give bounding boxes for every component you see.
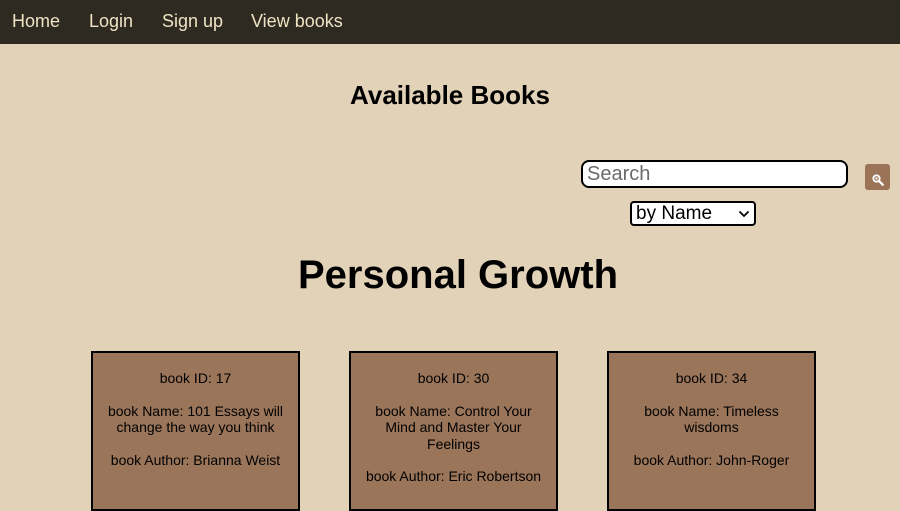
book-id: book ID: 17 (159, 370, 232, 386)
sort-select-value: by Name (636, 202, 713, 224)
nav-login-link[interactable]: Login (89, 11, 133, 32)
book-name: book Name: 101 Essays will change the wa… (107, 402, 284, 436)
book-card: book ID: 34 book Name: Timeless wisdoms … (607, 351, 816, 511)
search-icon (871, 174, 884, 186)
book-author: book Author: John-Roger (633, 451, 790, 468)
search-button[interactable] (865, 164, 890, 190)
book-id: book ID: 30 (417, 370, 490, 386)
book-name: book Name: Timeless wisdoms (644, 402, 779, 436)
book-card: book ID: 17 book Name: 101 Essays will c… (91, 351, 300, 511)
book-id: book ID: 34 (675, 370, 748, 386)
nav-view-books-link[interactable]: View books (251, 11, 343, 32)
book-author: book Author: Brianna Weist (110, 451, 281, 468)
category-title: Personal Growth (297, 253, 619, 297)
nav-signup-link[interactable]: Sign up (162, 11, 223, 32)
book-name: book Name: Control Your Mind and Master … (375, 402, 532, 452)
sort-select[interactable]: by Name (630, 201, 756, 226)
page-title: Available Books (350, 80, 550, 110)
search-input[interactable] (581, 160, 848, 188)
nav-home-link[interactable]: Home (12, 11, 60, 32)
chevron-down-icon (738, 210, 750, 217)
book-card: book ID: 30 book Name: Control Your Mind… (349, 351, 558, 511)
top-navbar: Home Login Sign up View books (0, 0, 900, 44)
book-author: book Author: Eric Robertson (365, 468, 542, 484)
